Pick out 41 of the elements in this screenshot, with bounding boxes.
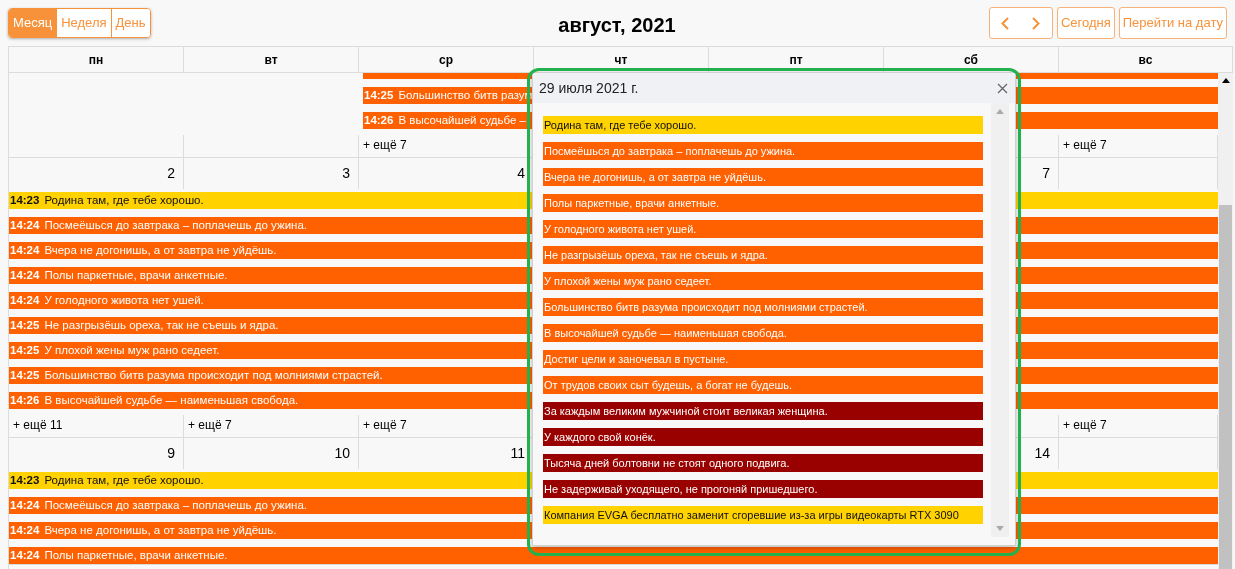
weekday-header: вт [184, 47, 359, 73]
calendar-title: август, 2021 [557, 13, 677, 38]
event-title: В высочайшей судьбе – [398, 112, 526, 128]
event-title: Родина там, где тебе хорошо. [44, 472, 204, 488]
event-title: Вчера не догонишь, а от завтра не уйдёшь. [44, 242, 277, 258]
day-number: 11 [510, 444, 525, 461]
event-time: 14:24 [10, 242, 40, 258]
event-title: Полы паркетные, врачи анкетные. [44, 547, 228, 563]
event-title: В высочайшей судьбе — наименьшая свобода. [44, 392, 299, 408]
event-time: 14:26 [10, 392, 40, 408]
event-time: 14:25 [10, 342, 40, 358]
weekday-header: пн [9, 47, 184, 73]
event-time: 14:25 [10, 367, 40, 383]
event-time: 14:24 [10, 497, 40, 513]
event-title: Родина там, где тебе хорошо. [44, 192, 204, 208]
event-time: 14:25 [364, 87, 394, 103]
day-number: 10 [334, 444, 350, 461]
day-number: 7 [1042, 164, 1050, 181]
event-title: У голодного живота нет ушей. [44, 292, 204, 308]
event-time: 14:23 [10, 192, 40, 208]
event-title: Не разгрызёшь ореха, так не съешь и ядра. [44, 317, 279, 333]
event-time: 14:24 [10, 292, 40, 308]
event-title: Посмеёшься до завтрака – поплачешь до ужина. [44, 217, 307, 233]
day-number: 9 [167, 444, 175, 461]
day-number: 3 [342, 164, 350, 181]
popover-title: 29 июля 2021 г. [539, 78, 639, 98]
event-time: 14:23 [10, 472, 40, 488]
event-time: 14:25 [10, 317, 40, 333]
event-title: Посмеёшься до завтрака – поплачешь до ужина. [44, 497, 307, 513]
event-time: 14:24 [10, 267, 40, 283]
event-title: Большинство битв разума происходит под молниями страстей. [44, 367, 383, 383]
event-title: Вчера не догонишь, а от завтра не уйдёшь. [44, 522, 277, 538]
day-number: 4 [517, 164, 525, 181]
event-title: У плохой жены муж рано седеет. [44, 342, 220, 358]
day-number: 2 [167, 164, 175, 181]
event-title: Полы паркетные, врачи анкетные. [44, 267, 228, 283]
event-time: 14:24 [10, 522, 40, 538]
day-number: 14 [1034, 444, 1050, 461]
event-time: 14:24 [10, 217, 40, 233]
event-time: 14:24 [10, 547, 40, 563]
event-time: 14:26 [364, 112, 394, 128]
